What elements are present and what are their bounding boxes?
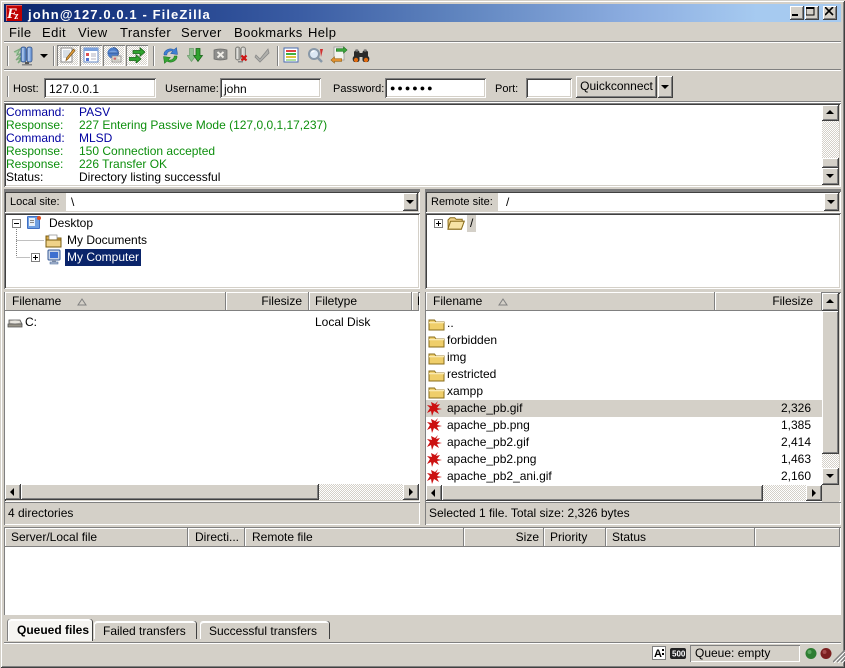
svg-text:500: 500 (672, 650, 686, 659)
svg-text:z: z (14, 11, 19, 21)
svg-text:A: A (654, 648, 662, 660)
